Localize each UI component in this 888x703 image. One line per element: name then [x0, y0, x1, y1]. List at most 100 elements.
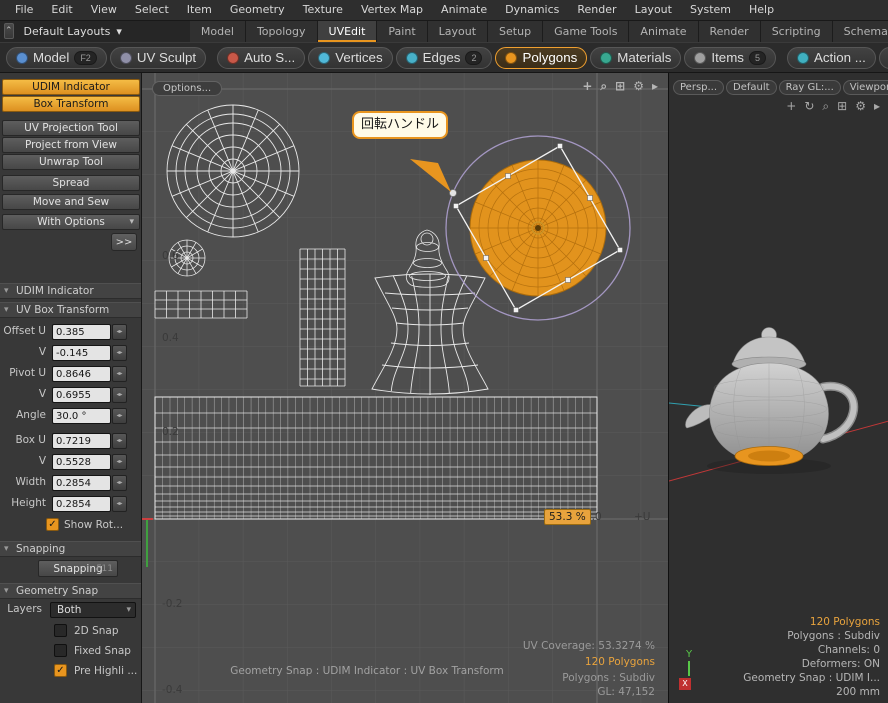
- tab-setup[interactable]: Setup: [488, 21, 543, 42]
- edges-mode-button[interactable]: Edges 2: [396, 47, 493, 69]
- expand-icon[interactable]: ▸: [874, 99, 880, 114]
- vertices-mode-button[interactable]: Vertices: [308, 47, 392, 69]
- section-geometry-snap[interactable]: ▾ Geometry Snap: [0, 583, 142, 599]
- tab-default-shading[interactable]: Default: [726, 80, 777, 95]
- gear-icon[interactable]: ⚙: [855, 99, 866, 114]
- tab-layout[interactable]: Layout: [428, 21, 488, 42]
- tab-scripting[interactable]: Scripting: [761, 21, 833, 42]
- menu-item-dynamics[interactable]: Dynamics: [496, 0, 568, 20]
- zoom-icon[interactable]: ⌕: [600, 79, 607, 93]
- height-field[interactable]: [52, 496, 111, 512]
- menu-item-render[interactable]: Render: [568, 0, 625, 20]
- tab-topology[interactable]: Topology: [246, 21, 318, 42]
- frame-icon[interactable]: ⊞: [615, 79, 625, 93]
- snapping-toggle-button[interactable]: Snapping F11: [38, 560, 118, 577]
- angle-stepper[interactable]: ◂▸: [112, 408, 127, 424]
- box-u-field[interactable]: [52, 433, 111, 449]
- section-udim-indicator[interactable]: ▾ UDIM Indicator: [0, 283, 142, 299]
- show-rot-checkbox[interactable]: ✓: [46, 518, 59, 531]
- tool-project-from-view[interactable]: Project from View: [2, 137, 140, 153]
- tool-udim-indicator[interactable]: UDIM Indicator: [2, 79, 140, 95]
- section-uv-box-transform[interactable]: ▾ UV Box Transform: [0, 302, 142, 318]
- box-v-field[interactable]: [52, 454, 111, 470]
- polygons-mode-button[interactable]: Polygons: [495, 47, 587, 69]
- section-snapping[interactable]: ▾ Snapping: [0, 541, 142, 557]
- perspective-viewport[interactable]: Persp... Default Ray GL:... Viewport... …: [668, 73, 888, 703]
- menu-item-help[interactable]: Help: [740, 0, 783, 20]
- menu-item-layout[interactable]: Layout: [626, 0, 681, 20]
- offset-u-stepper[interactable]: ◂▸: [112, 324, 127, 340]
- menu-item-edit[interactable]: Edit: [42, 0, 81, 20]
- menu-item-item[interactable]: Item: [178, 0, 221, 20]
- tool-spread[interactable]: Spread: [2, 175, 140, 191]
- tab-viewport-settings[interactable]: Viewport...: [843, 80, 888, 95]
- 3d-canvas[interactable]: [669, 73, 888, 703]
- uv-tool-sidebar: UDIM Indicator Box Transform UV Projecti…: [0, 73, 142, 703]
- materials-mode-button[interactable]: Materials: [590, 47, 681, 69]
- menu-item-view[interactable]: View: [82, 0, 126, 20]
- height-stepper[interactable]: ◂▸: [112, 496, 127, 512]
- layout-popup-icon[interactable]: ⌃: [4, 23, 14, 39]
- expand-icon[interactable]: ▸: [652, 79, 658, 93]
- pan-icon[interactable]: +: [582, 79, 592, 93]
- fixed-snap-checkbox[interactable]: [54, 644, 67, 657]
- menu-item-texture[interactable]: Texture: [294, 0, 352, 20]
- pan-icon[interactable]: +: [786, 99, 796, 114]
- frame-icon[interactable]: ⊞: [837, 99, 847, 114]
- rotate-icon[interactable]: ↻: [804, 99, 814, 114]
- layers-dropdown[interactable]: Both ▾: [50, 602, 136, 618]
- pivot-u-field[interactable]: [52, 366, 111, 382]
- uv-shell-lid-disk[interactable]: [167, 105, 299, 237]
- options-button[interactable]: Options...: [152, 81, 222, 96]
- menu-item-file[interactable]: File: [6, 0, 42, 20]
- pivot-v-stepper[interactable]: ◂▸: [112, 387, 127, 403]
- uv-shell-selected-disk[interactable]: [470, 160, 606, 296]
- menu-item-geometry[interactable]: Geometry: [221, 0, 294, 20]
- box-v-stepper[interactable]: ◂▸: [112, 454, 127, 470]
- tab-paint[interactable]: Paint: [377, 21, 427, 42]
- tool-unwrap[interactable]: Unwrap Tool: [2, 154, 140, 170]
- menu-item-system[interactable]: System: [681, 0, 740, 20]
- uv-canvas[interactable]: [142, 73, 668, 703]
- menu-item-select[interactable]: Select: [126, 0, 178, 20]
- width-stepper[interactable]: ◂▸: [112, 475, 127, 491]
- tab-animate[interactable]: Animate: [629, 21, 698, 42]
- uv-sculpt-button[interactable]: UV Sculpt: [110, 47, 206, 69]
- uv-viewport[interactable]: Options... + ⌕ ⊞ ⚙ ▸ 回転ハンドル 0.6 0.4 0.2 …: [142, 73, 668, 703]
- tab-model[interactable]: Model: [190, 21, 246, 42]
- pivot-u-stepper[interactable]: ◂▸: [112, 366, 127, 382]
- layout-switcher[interactable]: Default Layouts ▾: [14, 21, 132, 42]
- tab-ray-gl[interactable]: Ray GL:...: [779, 80, 841, 95]
- box-u-stepper[interactable]: ◂▸: [112, 433, 127, 449]
- tool-move-and-sew[interactable]: Move and Sew: [2, 194, 140, 210]
- tool-uv-projection[interactable]: UV Projection Tool: [2, 120, 140, 136]
- items-mode-button[interactable]: Items 5: [684, 47, 776, 69]
- snap-2d-checkbox[interactable]: [54, 624, 67, 637]
- tab-game-tools[interactable]: Game Tools: [543, 21, 629, 42]
- uv-shell-body-strip[interactable]: [155, 397, 597, 519]
- tab-schematic[interactable]: Schema: [833, 21, 888, 42]
- pivot-v-field[interactable]: [52, 387, 111, 403]
- tab-uvedit[interactable]: UVEdit: [318, 21, 378, 42]
- model-mode-button[interactable]: Model F2: [6, 47, 107, 69]
- height-label: Height: [0, 497, 46, 509]
- angle-field[interactable]: [52, 408, 111, 424]
- zoom-icon[interactable]: ⌕: [822, 99, 829, 114]
- menu-item-vertex-map[interactable]: Vertex Map: [352, 0, 432, 20]
- offset-u-field[interactable]: [52, 324, 111, 340]
- action-center-button[interactable]: Action ...: [787, 47, 876, 69]
- tool-box-transform[interactable]: Box Transform: [2, 96, 140, 112]
- with-options-dropdown[interactable]: With Options ▾: [2, 214, 140, 230]
- offset-v-field[interactable]: [52, 345, 111, 361]
- tab-perspective[interactable]: Persp...: [673, 80, 724, 95]
- auto-select-button[interactable]: Auto S...: [217, 47, 305, 69]
- tab-render[interactable]: Render: [699, 21, 761, 42]
- offset-v-stepper[interactable]: ◂▸: [112, 345, 127, 361]
- symmetry-button[interactable]: Sym ...: [879, 47, 888, 69]
- width-field[interactable]: [52, 475, 111, 491]
- gear-icon[interactable]: ⚙: [633, 79, 644, 93]
- pre-highlight-checkbox[interactable]: ✓: [54, 664, 67, 677]
- menu-item-animate[interactable]: Animate: [432, 0, 496, 20]
- rotation-handle-knob[interactable]: [450, 190, 457, 197]
- expand-panel-button[interactable]: >>: [111, 233, 137, 251]
